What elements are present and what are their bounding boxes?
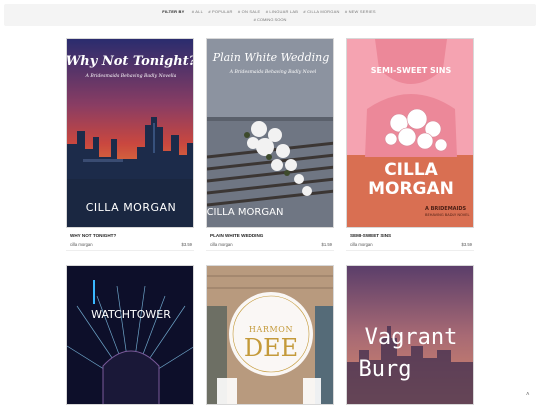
- filter-option-coming-soon[interactable]: # COMING SOON: [254, 17, 287, 22]
- filter-option-linguar-lab[interactable]: # LINGUAR LAB: [266, 9, 298, 14]
- divider: [66, 250, 194, 251]
- book-price: $3.59: [181, 242, 192, 247]
- filter-option-cilla-morgan[interactable]: # CILLA MORGAN: [303, 9, 339, 14]
- cover-series-line1: A BRIDEMAIDS: [425, 206, 467, 212]
- divider: [206, 250, 334, 251]
- divider: [346, 250, 474, 251]
- cover-title-line1: HARMON: [249, 325, 293, 334]
- filter-option-on-sale[interactable]: # ON SALE: [238, 9, 260, 14]
- book-title[interactable]: PLAIN WHITE WEDDING: [210, 233, 263, 238]
- cover-series-line2: BEHAVING BADLY NOVEL: [425, 213, 470, 217]
- cover-subtitle: A Bridesmaids Behaving Badly Novella: [85, 73, 177, 79]
- book-title[interactable]: SEMI-SWEET SINS: [350, 233, 391, 238]
- cover-title: Plain White Wedding: [212, 51, 330, 64]
- book-cover[interactable]: Plain White Wedding A Bridesmaids Behavi…: [206, 38, 334, 228]
- book-title[interactable]: WHY NOT TONIGHT?: [70, 233, 116, 238]
- book-cover[interactable]: WATCHTOWER: [66, 265, 194, 405]
- filter-label: FILTER BY: [162, 9, 185, 14]
- filter-option-new-series[interactable]: # NEW SERIES: [345, 9, 376, 14]
- cover-author-line2: MORGAN: [368, 179, 454, 199]
- filter-option-all[interactable]: # ALL: [192, 9, 203, 14]
- book-author: cilla morgan: [210, 242, 233, 247]
- cover-title: WATCHTOWER: [91, 308, 171, 321]
- cover-subtitle: A Bridesmaids Behaving Badly Novel: [229, 69, 317, 75]
- cover-title-line2: Burg: [359, 357, 412, 382]
- book-author: cilla morgan: [70, 242, 93, 247]
- chevron-up-icon[interactable]: ˄: [526, 392, 530, 398]
- book-cover[interactable]: HARMON DEE: [206, 265, 334, 405]
- book-price: $3.59: [461, 242, 472, 247]
- book-cover[interactable]: Why Not Tonight? A Bridesmaids Behaving …: [66, 38, 194, 228]
- filter-bar: FILTER BY # ALL # POPULAR # ON SALE # LI…: [4, 4, 536, 26]
- filter-option-popular[interactable]: # POPULAR: [208, 9, 232, 14]
- book-cover[interactable]: Vagrant Burg: [346, 265, 474, 405]
- filter-row-2: # COMING SOON: [4, 17, 536, 22]
- cover-title-line2: DEE: [244, 334, 298, 362]
- cover-author: CILLA MORGAN: [207, 207, 283, 218]
- cover-author: CILLA MORGAN: [86, 201, 177, 214]
- book-cover[interactable]: SEMI-SWEET SINS CILLA MORGAN A BRIDEMAID…: [346, 38, 474, 228]
- book-author: cilla morgan: [350, 242, 373, 247]
- cover-title: SEMI-SWEET SINS: [371, 66, 452, 75]
- cover-author-line1: CILLA: [384, 160, 438, 180]
- book-price: $1.59: [321, 242, 332, 247]
- filter-row: FILTER BY # ALL # POPULAR # ON SALE # LI…: [4, 9, 536, 14]
- cover-title-line1: Vagrant: [365, 325, 458, 350]
- cover-title: Why Not Tonight?: [67, 54, 194, 69]
